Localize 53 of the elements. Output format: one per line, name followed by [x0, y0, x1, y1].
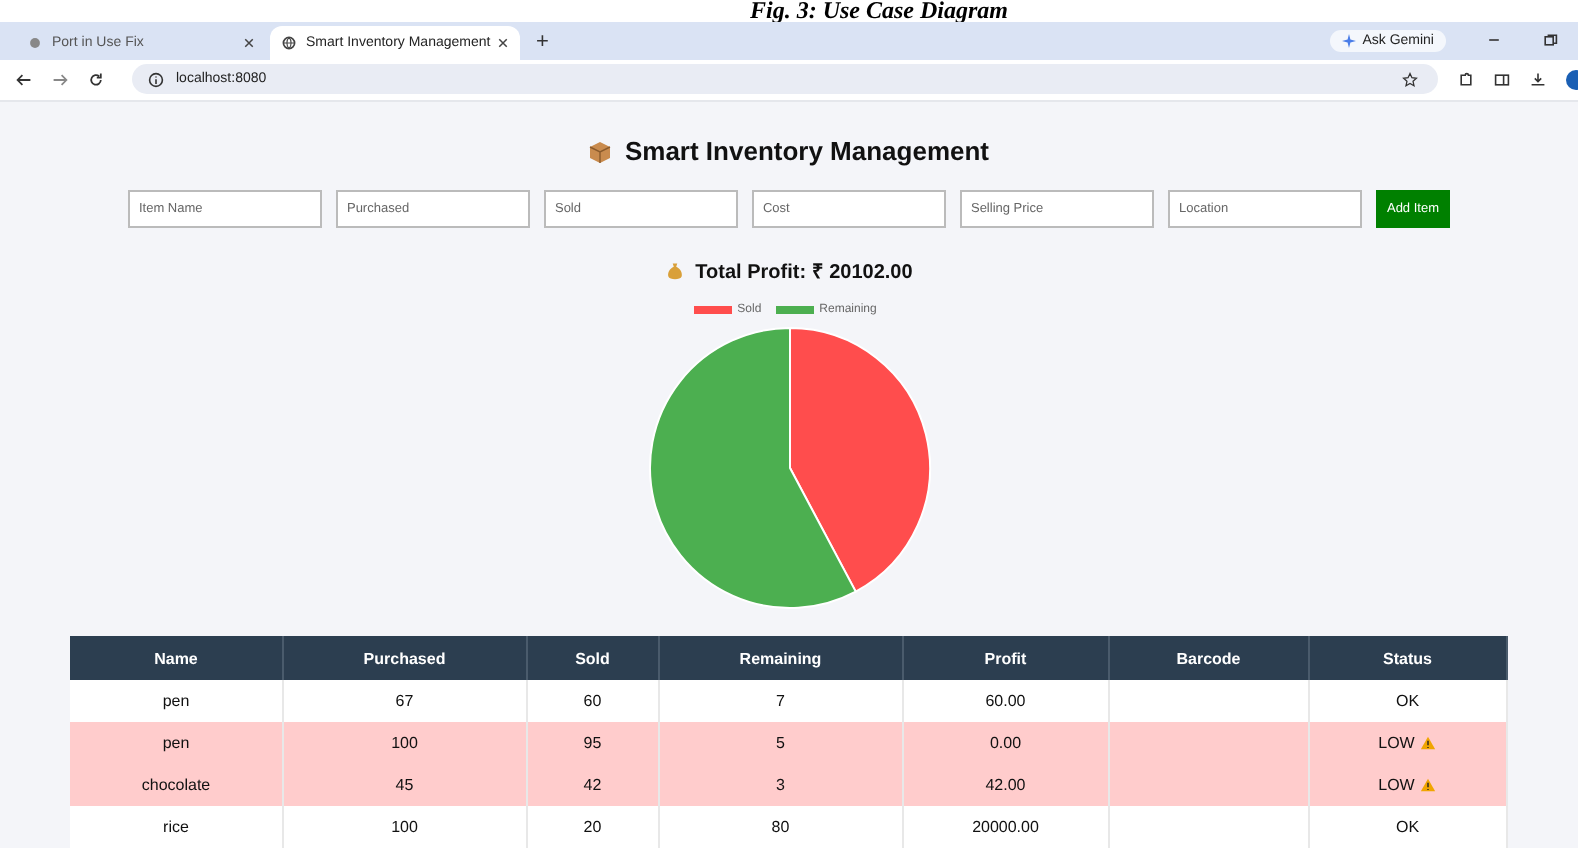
money-bag-icon [665, 261, 684, 279]
extension-icon[interactable] [1458, 71, 1474, 88]
restore-icon[interactable] [1542, 32, 1558, 49]
table-cell: rice [70, 806, 283, 848]
table-cell: 20000.00 [902, 806, 1109, 848]
close-icon[interactable] [498, 37, 508, 48]
warning-icon [1420, 736, 1437, 750]
table-cell: 0.00 [902, 722, 1109, 764]
column-header: Remaining [658, 636, 903, 680]
table-cell: 7 [658, 680, 903, 722]
package-icon [588, 139, 613, 163]
column-header: Barcode [1108, 636, 1309, 680]
column-header: Sold [526, 636, 659, 680]
table-cell: 20 [526, 806, 659, 848]
table-cell: 42.00 [902, 764, 1109, 806]
status-cell: LOW [1308, 722, 1507, 764]
warning-icon [1420, 778, 1437, 792]
table-cell: 95 [526, 722, 659, 764]
table-cell: 67 [282, 680, 527, 722]
table-cell: chocolate [70, 764, 283, 806]
status-cell: OK [1308, 806, 1507, 848]
total-profit: Total Profit: ₹ 20102.00 [695, 260, 913, 284]
close-icon[interactable] [244, 37, 254, 48]
sparkle-icon [1342, 33, 1357, 48]
back-icon[interactable] [16, 71, 32, 88]
column-header: Status [1308, 636, 1507, 680]
table-cell: 3 [658, 764, 903, 806]
status-cell: OK [1308, 680, 1507, 722]
forward-icon[interactable] [52, 71, 68, 88]
figure-caption: Fig. 3: Use Case Diagram [750, 0, 1008, 22]
status-cell: LOW [1308, 764, 1507, 806]
table-cell: 100 [282, 722, 527, 764]
sidebar-icon[interactable] [1494, 71, 1510, 88]
globe-icon [282, 35, 296, 50]
reload-icon[interactable] [88, 71, 104, 88]
table-cell: 60 [526, 680, 659, 722]
column-header: Profit [902, 636, 1109, 680]
table-cell: 45 [282, 764, 527, 806]
table-cell: 80 [658, 806, 903, 848]
info-icon[interactable] [148, 71, 164, 88]
app-title: Smart Inventory Management [624, 136, 990, 166]
table-cell: pen [70, 680, 283, 722]
table-cell: 100 [282, 806, 527, 848]
star-icon[interactable] [1402, 71, 1418, 88]
table-cell: 5 [658, 722, 903, 764]
column-header: Purchased [282, 636, 527, 680]
download-icon[interactable] [1530, 71, 1546, 88]
table-cell: 60.00 [902, 680, 1109, 722]
new-tab-button[interactable]: + [536, 29, 549, 54]
table-cell: 42 [526, 764, 659, 806]
table-cell: pen [70, 722, 283, 764]
dot-icon [28, 35, 42, 50]
column-header: Name [70, 636, 283, 680]
